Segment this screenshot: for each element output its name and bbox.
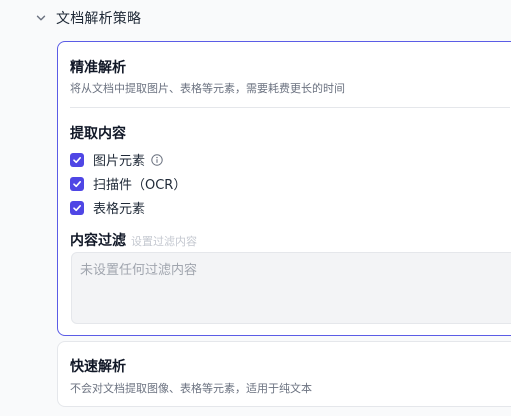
image-elements-label: 图片元素 — [93, 154, 146, 169]
precise-parse-title: 精准解析 — [70, 60, 126, 76]
info-icon[interactable] — [151, 153, 163, 166]
table-elements-checkbox[interactable] — [70, 200, 84, 215]
table-elements-label: 表格元素 — [93, 202, 146, 217]
precise-parse-description: 将从文档中提取图片、表格等元素，需要耗费更长的时间 — [70, 82, 345, 95]
option-image-elements[interactable]: 图片元素 — [70, 150, 163, 169]
precise-parse-card[interactable]: 精准解析 将从文档中提取图片、表格等元素，需要耗费更长的时间 提取内容 图片元素… — [57, 41, 511, 336]
divider — [70, 107, 510, 108]
ocr-checkbox[interactable] — [70, 176, 84, 191]
fast-parse-title: 快速解析 — [70, 359, 126, 375]
content-filter-header: 内容过滤 设置过滤内容 — [70, 230, 197, 250]
content-filter-textarea[interactable] — [71, 252, 511, 324]
chevron-down-icon[interactable] — [34, 11, 48, 25]
check-icon — [73, 156, 81, 163]
extract-content-title: 提取内容 — [70, 126, 126, 142]
option-table-elements[interactable]: 表格元素 — [70, 198, 145, 217]
content-filter-hint: 设置过滤内容 — [131, 235, 197, 248]
image-elements-checkbox[interactable] — [70, 152, 84, 167]
section-title: 文档解析策略 — [56, 11, 142, 27]
check-icon — [73, 204, 81, 211]
section-header[interactable]: 文档解析策略 — [34, 9, 141, 27]
option-ocr[interactable]: 扫描件（OCR） — [70, 174, 186, 193]
ocr-label: 扫描件（OCR） — [93, 178, 187, 193]
check-icon — [73, 180, 81, 187]
fast-parse-description: 不会对文档提取图像、表格等元素，适用于纯文本 — [70, 382, 312, 395]
content-filter-label: 内容过滤 — [70, 233, 126, 249]
fast-parse-card[interactable]: 快速解析 不会对文档提取图像、表格等元素，适用于纯文本 — [57, 341, 511, 407]
